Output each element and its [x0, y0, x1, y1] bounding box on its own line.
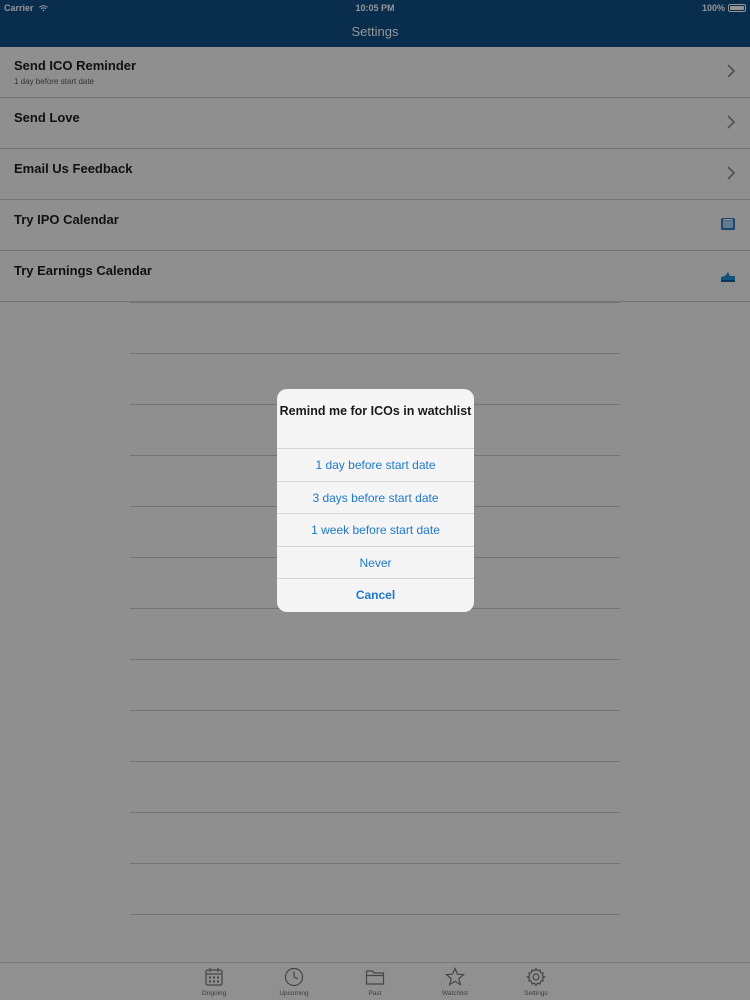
cancel-button[interactable]: Cancel: [277, 579, 474, 612]
option-1-day-before[interactable]: 1 day before start date: [277, 449, 474, 482]
action-sheet-title: Remind me for ICOs in watchlist: [277, 389, 474, 449]
screen: Carrier 10:05 PM 100% Settings Send ICO …: [0, 0, 750, 1000]
reminder-action-sheet: Remind me for ICOs in watchlist 1 day be…: [277, 389, 474, 612]
option-3-days-before[interactable]: 3 days before start date: [277, 482, 474, 514]
option-1-week-before[interactable]: 1 week before start date: [277, 514, 474, 547]
option-never[interactable]: Never: [277, 547, 474, 579]
